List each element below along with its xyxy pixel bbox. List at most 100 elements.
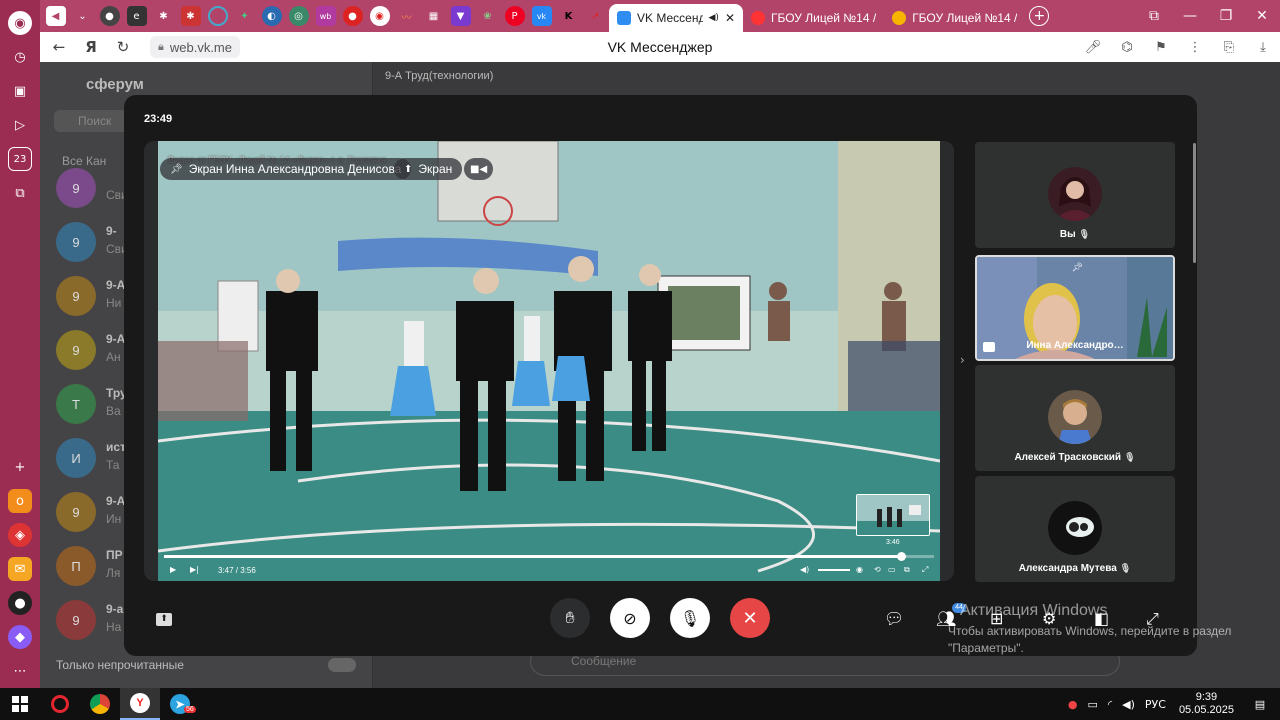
leaf-tab-icon[interactable]: ✦ <box>235 6 255 26</box>
mic-off-button[interactable]: 🎙︎ <box>670 598 710 638</box>
pinterest-tab-icon[interactable]: P <box>504 6 525 26</box>
globe-tab-icon[interactable]: ◐ <box>261 6 282 26</box>
history-icon[interactable]: ◷ <box>8 45 32 69</box>
fullscreen-video-icon[interactable]: ⤢ <box>922 565 928 575</box>
tab-close-icon[interactable]: ✕ <box>725 11 735 25</box>
lock-icon[interactable]: 🔒︎ <box>158 41 164 54</box>
url-field[interactable]: 🔒︎ web.vk.me <box>150 36 240 58</box>
github-tab-icon[interactable]: ● <box>99 6 120 26</box>
volume-slider[interactable] <box>818 569 850 571</box>
close-window-icon[interactable]: ✕ <box>1244 8 1280 24</box>
menu-icon[interactable]: ⋮ <box>1182 40 1208 55</box>
share-screen-icon[interactable]: ⬆ <box>156 613 172 626</box>
downloads-icon[interactable]: ⤓ <box>1250 40 1276 55</box>
red-circle-tab-icon[interactable]: ● <box>342 6 363 26</box>
music-icon[interactable]: ● <box>8 591 32 615</box>
tab-vk-messenger[interactable]: VK Мессендж ◀) ✕ <box>609 4 743 32</box>
collapse-participants-icon[interactable]: › <box>960 353 965 367</box>
swoosh-tab-icon[interactable]: 〰 <box>397 6 417 26</box>
green-tab-icon[interactable]: ◎ <box>288 6 309 26</box>
add-icon[interactable]: + <box>8 455 32 479</box>
notifications-icon[interactable]: ▤ <box>1248 698 1272 711</box>
back-button[interactable]: ← <box>46 38 72 56</box>
mail-icon[interactable]: ✉ <box>8 557 32 581</box>
tabs-menu-icon[interactable]: ⌄ <box>73 6 93 26</box>
more-icon[interactable]: ⋯ <box>8 659 32 683</box>
hang-up-button[interactable]: ✕ <box>730 598 770 638</box>
bookmark-icon[interactable]: ⚑ <box>1148 40 1174 55</box>
yandex-home-button[interactable]: Я <box>78 38 104 56</box>
collections-icon[interactable]: ▣ <box>8 79 32 103</box>
tab-manager-icon[interactable]: ⧉ <box>1136 8 1172 24</box>
pip-icon[interactable]: ⧉ <box>904 565 910 575</box>
participant-tile[interactable]: Александра Мутева 🎙︎ <box>975 476 1175 582</box>
wb-tab-icon[interactable]: wb <box>315 6 336 26</box>
participants-scrollbar[interactable] <box>1193 143 1196 263</box>
film-tab-icon[interactable]: ▦ <box>424 6 444 26</box>
chrome-app[interactable] <box>80 688 120 720</box>
camera-off-button[interactable]: ⊘ <box>610 598 650 638</box>
raise-hand-button[interactable]: ✋︎ <box>550 598 590 638</box>
participant-tile[interactable]: Алексей Трасковский 🎙︎ <box>975 365 1175 471</box>
chat-name: 9-А <box>106 494 126 508</box>
unread-only-toggle[interactable] <box>328 658 356 672</box>
battery-icon[interactable]: ▭ <box>1087 698 1097 711</box>
pinwheel-tab-icon[interactable]: ✱ <box>154 6 174 26</box>
odnoklassniki-icon[interactable]: о <box>8 489 32 513</box>
bug-tab-icon[interactable]: ✱ <box>180 6 201 26</box>
opera-app[interactable] <box>40 688 80 720</box>
collections-bar-icon[interactable]: ⎘ <box>1216 40 1242 55</box>
reload-button[interactable]: ↻ <box>110 38 136 56</box>
language-indicator[interactable]: РУС <box>1145 698 1166 711</box>
autoplay-toggle-icon[interactable]: ◉ <box>856 565 863 574</box>
maximize-icon[interactable]: ❐ <box>1208 8 1244 24</box>
k-tab-icon[interactable]: K <box>559 6 579 26</box>
e-tab-icon[interactable]: e <box>126 6 147 26</box>
screenshot-icon[interactable]: ⧉ <box>8 181 32 205</box>
volume-icon[interactable]: ◀) <box>800 565 809 574</box>
shared-screen[interactable]: Видео от ГБОУ «Лицей № 14 «Лидер» г. о. … <box>144 141 954 581</box>
yandex-favicon-icon <box>751 11 765 25</box>
network-icon[interactable]: ◜ <box>1108 698 1112 711</box>
search-input[interactable]: Поиск <box>54 110 130 132</box>
pinned-screen-label[interactable]: 📌︎ Экран Инна Александровна Денисова <box>160 158 412 180</box>
calendar-icon[interactable]: 23 <box>8 147 32 171</box>
chat-name: 9-А <box>106 332 126 346</box>
new-tab-icon[interactable]: + <box>1029 6 1050 26</box>
pin-icon[interactable]: 📌︎ <box>1072 263 1083 273</box>
tab-audio-icon[interactable]: ◀) <box>709 13 719 23</box>
video-progress-bar[interactable] <box>164 552 934 561</box>
play-icon[interactable]: ▷ <box>8 113 32 137</box>
clock[interactable]: 9:39 05.05.2025 <box>1179 691 1234 717</box>
miniplayer-icon[interactable]: ⟲ <box>874 565 881 574</box>
alice-icon[interactable]: ◆ <box>8 625 32 649</box>
tab-lyceum-1[interactable]: ГБОУ Лицей №14 / <box>743 4 884 32</box>
app-icon[interactable]: ◈ <box>8 523 32 547</box>
yandex-browser-logo-icon[interactable]: ◉ <box>8 11 32 35</box>
next-icon[interactable]: ▶| <box>190 565 199 574</box>
speaker-icon[interactable]: ◀) <box>1122 698 1135 711</box>
tab-lyceum-2[interactable]: ГБОУ Лицей №14 / <box>884 4 1025 32</box>
participant-name: Алексей Трасковский 🎙︎ <box>1014 452 1136 463</box>
minimize-icon[interactable]: — <box>1172 8 1208 24</box>
start-button[interactable] <box>0 696 40 712</box>
cast-icon[interactable]: ▭ <box>888 565 896 574</box>
telegram-app[interactable]: ➤ 56 <box>160 688 200 720</box>
sound-tab-icon[interactable]: ◀ <box>45 6 66 26</box>
protect-icon[interactable]: ⌬ <box>1114 40 1140 55</box>
play-icon[interactable]: ▶ <box>170 565 176 574</box>
lens-tab-icon[interactable]: ◉ <box>369 6 390 26</box>
chat-avatar: 9 <box>56 600 96 640</box>
yandex-browser-app[interactable]: Y <box>120 688 160 720</box>
participant-tile-pinned[interactable]: 📌︎ Инна Александро… <box>975 255 1175 361</box>
circle-tab-icon[interactable] <box>207 6 228 26</box>
progress-handle[interactable] <box>896 552 906 561</box>
vk-tab-icon[interactable]: vk <box>531 6 552 26</box>
flower-tab-icon[interactable]: ❀ <box>478 6 498 26</box>
arrow-tab-icon[interactable]: ➚ <box>586 6 606 26</box>
yandex-tray-icon[interactable]: ● <box>1068 698 1078 711</box>
chat-icon[interactable]: 💬︎ <box>884 609 904 628</box>
microphone-icon[interactable]: 🎤︎ <box>1080 40 1106 55</box>
purple-tab-icon[interactable]: ▼ <box>450 6 471 26</box>
participant-tile[interactable]: Вы 🎙︎ <box>975 142 1175 248</box>
